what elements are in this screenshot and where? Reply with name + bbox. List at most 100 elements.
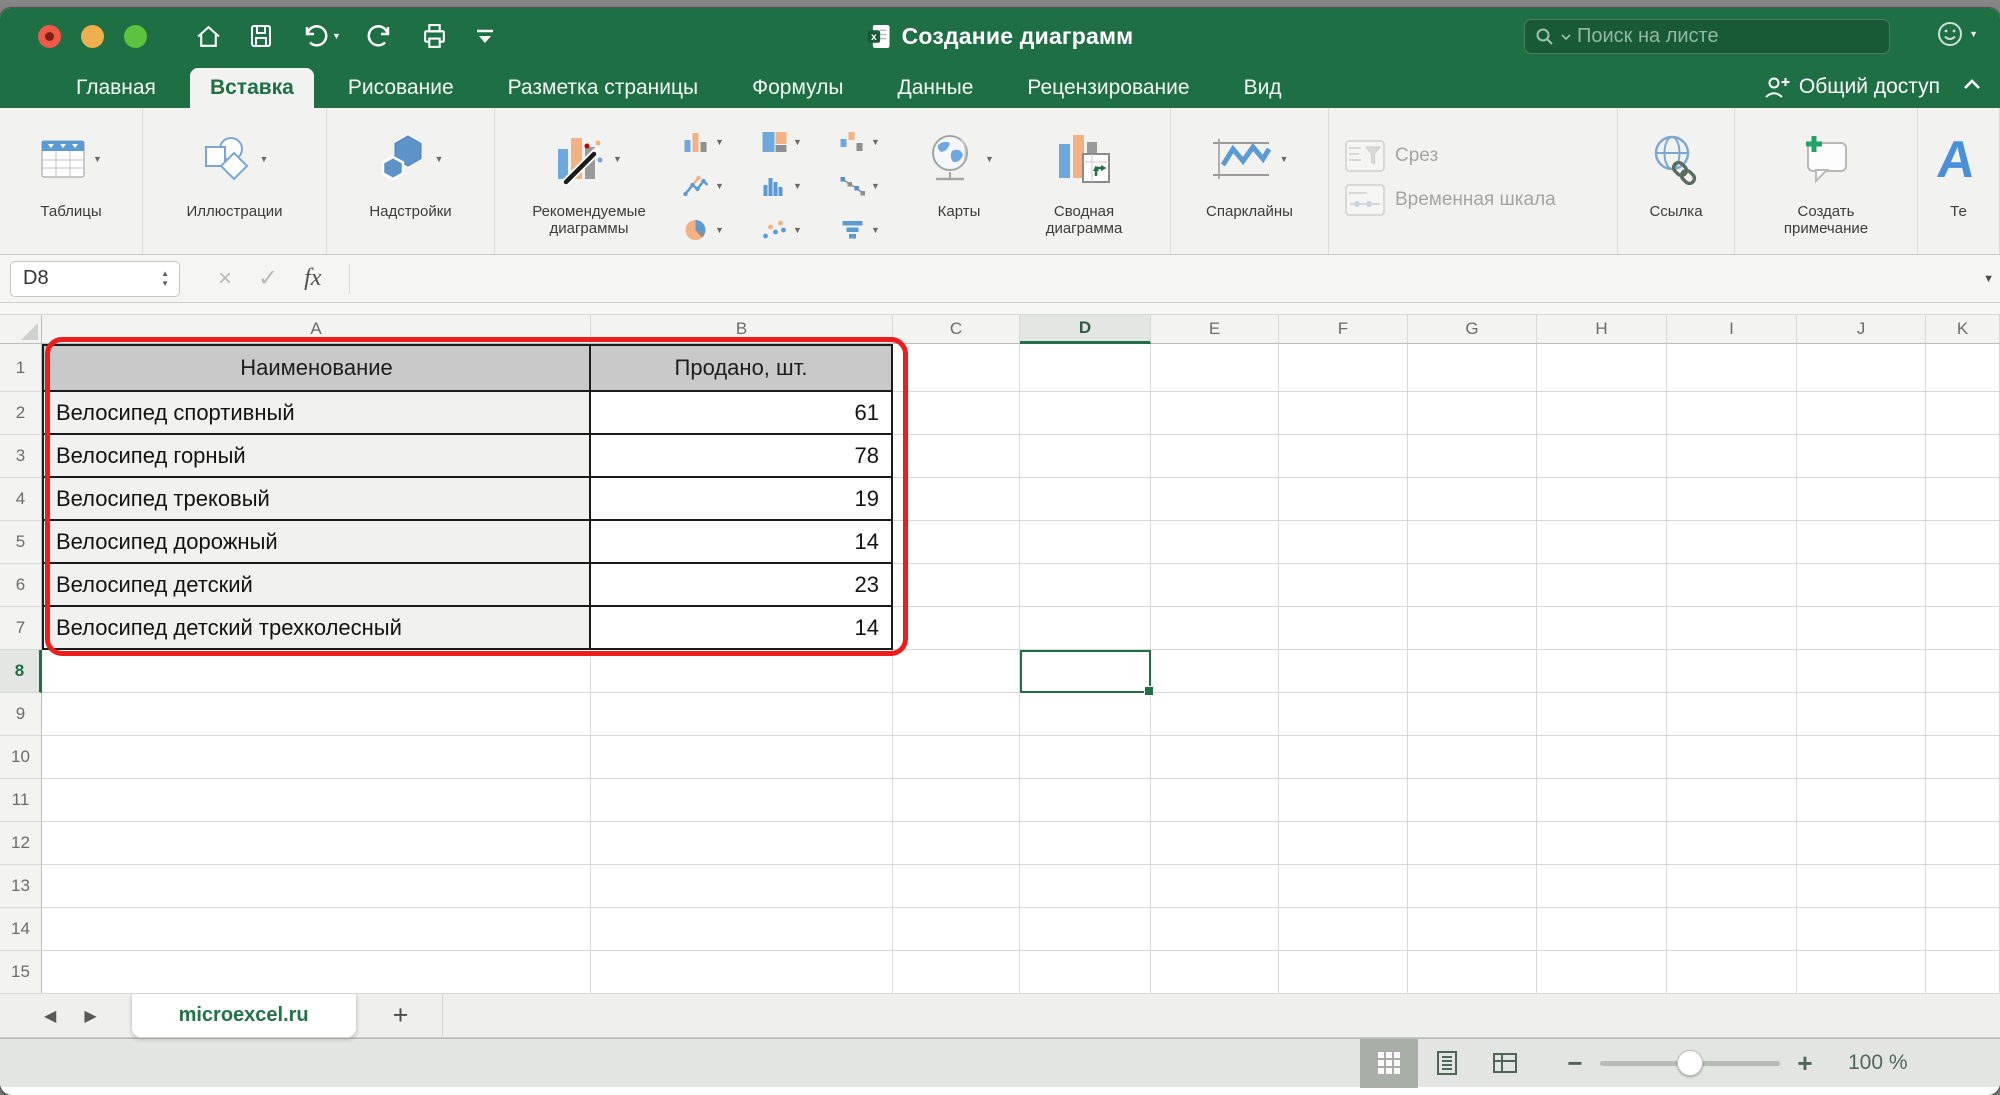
cell-K3[interactable] [1926, 435, 2000, 478]
cell-G15[interactable] [1408, 951, 1537, 994]
sheet-prev-icon[interactable]: ◀ [44, 1006, 56, 1026]
add-sheet-button[interactable]: + [393, 1000, 409, 1031]
cell-G5[interactable] [1408, 521, 1537, 564]
cell-B15[interactable] [591, 951, 893, 994]
cell-B4[interactable]: 19 [591, 478, 893, 521]
cell-E11[interactable] [1151, 779, 1279, 822]
cell-K11[interactable] [1926, 779, 2000, 822]
cell-B7[interactable]: 14 [591, 607, 893, 650]
zoom-in-button[interactable]: + [1788, 1048, 1822, 1079]
cell-K10[interactable] [1926, 736, 2000, 779]
row-header-3[interactable]: 3 [0, 435, 42, 478]
cell-A7[interactable]: Велосипед детский трехколесный [42, 607, 591, 650]
sparklines-button[interactable]: ▼ Спарклайны [1206, 116, 1293, 254]
cell-F9[interactable] [1279, 693, 1408, 736]
ribbon-tab-4[interactable]: Разметка страницы [488, 68, 719, 108]
minimize-button[interactable] [81, 25, 104, 48]
cell-G12[interactable] [1408, 822, 1537, 865]
cell-E15[interactable] [1151, 951, 1279, 994]
cell-F3[interactable] [1279, 435, 1408, 478]
search-input[interactable] [1577, 25, 1847, 48]
column-header-A[interactable]: A [42, 315, 591, 344]
cell-F1[interactable] [1279, 344, 1408, 392]
row-header-11[interactable]: 11 [0, 779, 42, 822]
cell-D11[interactable] [1020, 779, 1151, 822]
share-button[interactable]: Общий доступ [1764, 75, 1940, 99]
cell-E1[interactable] [1151, 344, 1279, 392]
cell-A4[interactable]: Велосипед трековый [42, 478, 591, 521]
cell-K15[interactable] [1926, 951, 2000, 994]
cell-B14[interactable] [591, 908, 893, 951]
sheet-search[interactable] [1524, 19, 1890, 54]
scatter-chart-button[interactable]: ▼ [753, 208, 831, 252]
cell-F8[interactable] [1279, 650, 1408, 693]
sheet-next-icon[interactable]: ▶ [84, 1006, 96, 1026]
cell-G14[interactable] [1408, 908, 1537, 951]
cell-B1[interactable]: Продано, шт. [591, 344, 893, 392]
cell-D1[interactable] [1020, 344, 1151, 392]
cell-F5[interactable] [1279, 521, 1408, 564]
insert-function-button[interactable]: fx [304, 265, 321, 292]
cell-B11[interactable] [591, 779, 893, 822]
cell-I3[interactable] [1667, 435, 1797, 478]
cell-C4[interactable] [893, 478, 1020, 521]
histogram-chart-button[interactable]: ▼ [753, 164, 831, 208]
cell-F7[interactable] [1279, 607, 1408, 650]
cell-K9[interactable] [1926, 693, 2000, 736]
undo-dropdown-caret[interactable]: ▼ [332, 31, 341, 41]
customize-toolbar-button[interactable] [474, 24, 496, 48]
cell-J6[interactable] [1797, 564, 1926, 607]
cell-D9[interactable] [1020, 693, 1151, 736]
page-break-view-button[interactable] [1476, 1039, 1534, 1088]
cell-F4[interactable] [1279, 478, 1408, 521]
cell-I6[interactable] [1667, 564, 1797, 607]
cell-K5[interactable] [1926, 521, 2000, 564]
cell-B5[interactable]: 14 [591, 521, 893, 564]
link-button[interactable]: Ссылка [1649, 116, 1702, 254]
cell-I4[interactable] [1667, 478, 1797, 521]
cell-D3[interactable] [1020, 435, 1151, 478]
column-header-C[interactable]: C [893, 315, 1020, 344]
cell-E2[interactable] [1151, 392, 1279, 435]
select-all-corner[interactable] [0, 315, 42, 344]
row-header-1[interactable]: 1 [0, 344, 42, 392]
column-header-J[interactable]: J [1797, 315, 1926, 344]
cell-A3[interactable]: Велосипед горный [42, 435, 591, 478]
cell-I11[interactable] [1667, 779, 1797, 822]
cell-D5[interactable] [1020, 521, 1151, 564]
cell-I13[interactable] [1667, 865, 1797, 908]
cell-I8[interactable] [1667, 650, 1797, 693]
line-chart-button[interactable]: ▼ [675, 164, 753, 208]
row-header-6[interactable]: 6 [0, 564, 42, 607]
cell-J14[interactable] [1797, 908, 1926, 951]
page-layout-view-button[interactable] [1418, 1039, 1476, 1088]
cell-J4[interactable] [1797, 478, 1926, 521]
cell-F2[interactable] [1279, 392, 1408, 435]
cell-K2[interactable] [1926, 392, 2000, 435]
cell-B13[interactable] [591, 865, 893, 908]
cell-B3[interactable]: 78 [591, 435, 893, 478]
ribbon-tab-2[interactable]: Вставка [190, 68, 314, 108]
tables-button[interactable]: ▼ Таблицы [40, 116, 102, 254]
cell-H11[interactable] [1537, 779, 1667, 822]
cell-C5[interactable] [893, 521, 1020, 564]
row-header-10[interactable]: 10 [0, 736, 42, 779]
ribbon-tab-8[interactable]: Вид [1224, 68, 1302, 108]
cell-D15[interactable] [1020, 951, 1151, 994]
redo-button[interactable] [367, 22, 395, 50]
stock-chart-button[interactable]: ▼ [831, 164, 909, 208]
zoom-out-button[interactable]: − [1558, 1048, 1592, 1079]
cell-H15[interactable] [1537, 951, 1667, 994]
cell-J12[interactable] [1797, 822, 1926, 865]
row-header-2[interactable]: 2 [0, 392, 42, 435]
cell-C12[interactable] [893, 822, 1020, 865]
cell-J7[interactable] [1797, 607, 1926, 650]
cell-C11[interactable] [893, 779, 1020, 822]
cell-D12[interactable] [1020, 822, 1151, 865]
cell-H12[interactable] [1537, 822, 1667, 865]
cell-H14[interactable] [1537, 908, 1667, 951]
cell-I7[interactable] [1667, 607, 1797, 650]
cell-A14[interactable] [42, 908, 591, 951]
column-header-D[interactable]: D [1020, 315, 1151, 344]
ribbon-tab-1[interactable]: Главная [56, 68, 176, 108]
